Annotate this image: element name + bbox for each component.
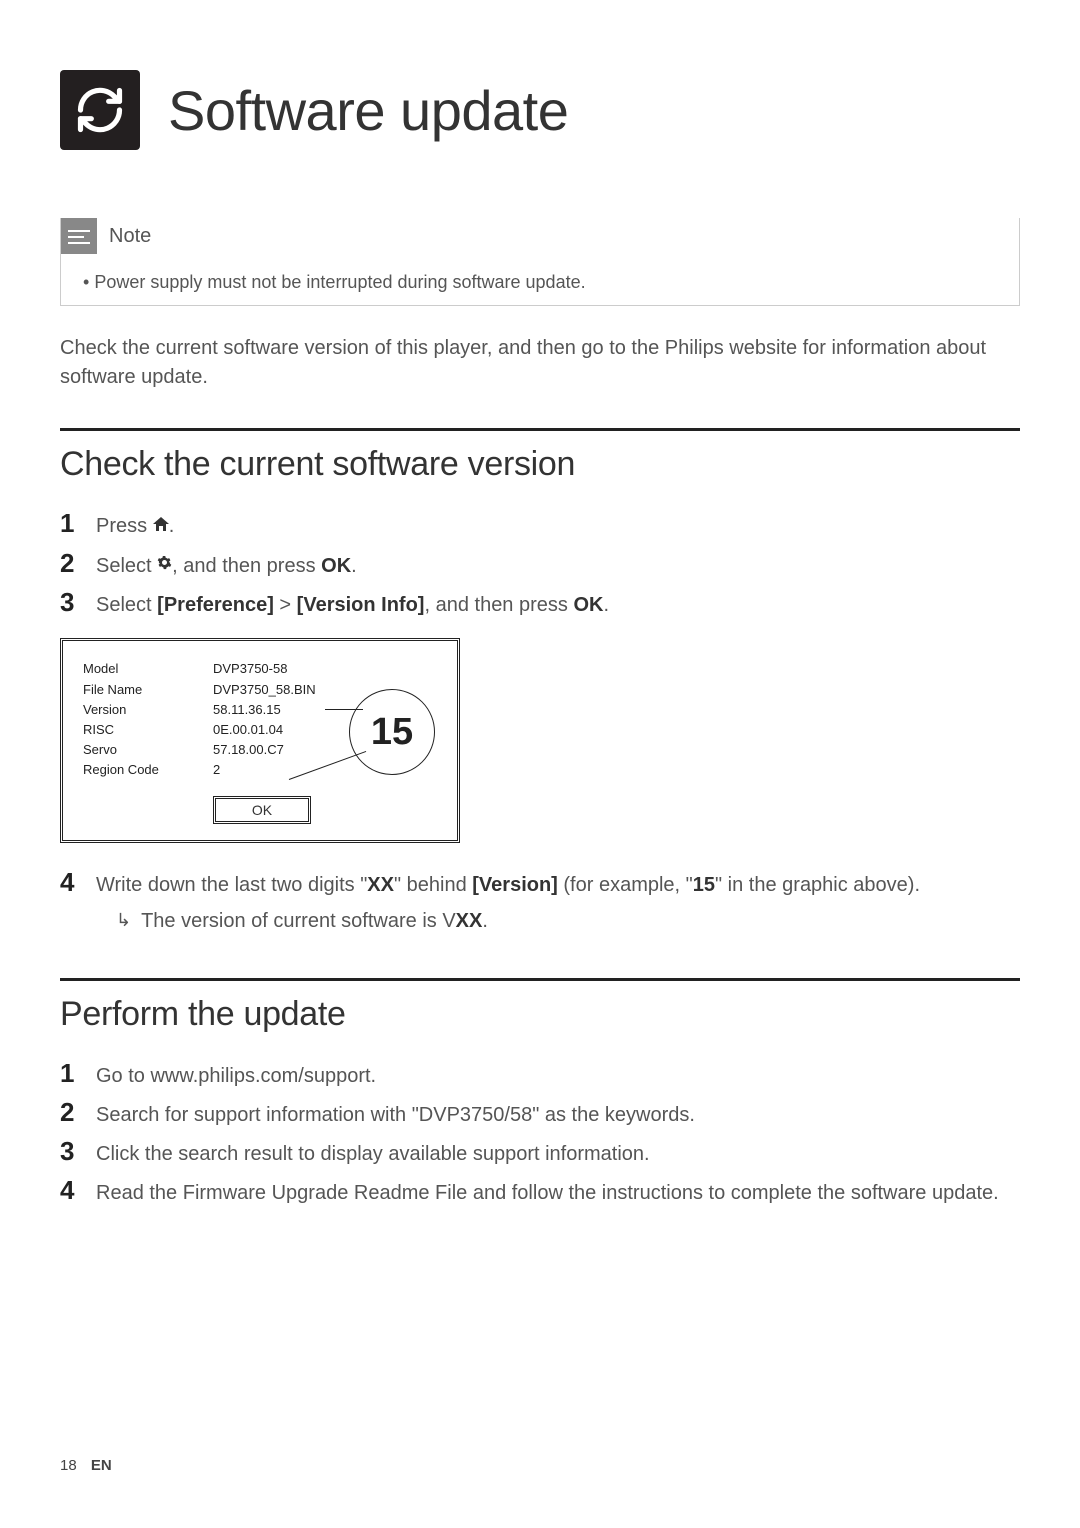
step-item: 4 Write down the last two digits "XX" be…: [60, 867, 1020, 936]
vp-value: DVP3750_58.BIN: [213, 680, 316, 700]
perform-steps: 1 Go to www.philips.com/support. 2 Searc…: [60, 1058, 1020, 1208]
step-text: .: [603, 594, 609, 616]
vp-label: Servo: [83, 740, 213, 760]
vp-label: Version: [83, 700, 213, 720]
step-item: 3 Click the search result to display ava…: [60, 1136, 1020, 1169]
leader-line-icon: [325, 709, 363, 710]
page-language: EN: [91, 1457, 112, 1474]
vp-value: 0E.00.01.04: [213, 720, 283, 740]
step-number: 2: [60, 548, 78, 579]
callout-circle: 15: [349, 689, 435, 775]
menu-text: [Preference]: [157, 594, 274, 616]
chapter-title: Software update: [168, 78, 568, 143]
note-box: Note Power supply must not be interrupte…: [60, 218, 1020, 306]
substep-text: .: [482, 910, 488, 932]
step-number: 1: [60, 508, 78, 539]
step-text: XX: [367, 874, 394, 896]
ok-text: OK: [321, 555, 351, 577]
chapter-header: Software update: [60, 70, 1020, 150]
page: Software update Note Power supply must n…: [0, 0, 1080, 1528]
refresh-icon: [60, 70, 140, 150]
step-number: 2: [60, 1097, 78, 1128]
vp-value: 2: [213, 760, 220, 780]
step-text: 15: [693, 874, 715, 896]
arrow-icon: ↳: [116, 906, 131, 936]
step-text: [Version]: [472, 874, 558, 896]
step-text: Press: [96, 515, 153, 537]
step-number: 3: [60, 1136, 78, 1167]
step-item: 1 Go to www.philips.com/support.: [60, 1058, 1020, 1091]
home-icon: [153, 510, 169, 540]
substep-text: The version of current software is V: [141, 910, 456, 932]
step-text: Select: [96, 555, 157, 577]
step-number: 4: [60, 867, 78, 898]
ok-text: OK: [573, 594, 603, 616]
step-text: , and then press: [424, 594, 573, 616]
step-text: .: [351, 555, 357, 577]
step-item: 3 Select [Preference] > [Version Info], …: [60, 587, 1020, 620]
version-info-panel: ModelDVP3750-58 File NameDVP3750_58.BIN …: [60, 638, 460, 843]
check-steps: 1 Press . 2 Select , and then press OK. …: [60, 508, 1020, 620]
vp-value: DVP3750-58: [213, 659, 287, 679]
step-item: 4 Read the Firmware Upgrade Readme File …: [60, 1175, 1020, 1208]
vp-label: Model: [83, 659, 213, 679]
vp-value: 57.18.00.C7: [213, 740, 284, 760]
vp-value: 58.11.36.15: [213, 700, 281, 720]
step-text: " in the graphic above).: [715, 874, 920, 896]
step-text: , and then press: [172, 555, 321, 577]
step-text: Select: [96, 594, 157, 616]
step-text: Search for support information with "DVP…: [96, 1100, 1020, 1130]
note-item: Power supply must not be interrupted dur…: [83, 272, 997, 293]
step-text: >: [274, 594, 297, 616]
vp-label: RISC: [83, 720, 213, 740]
page-number: 18: [60, 1457, 77, 1474]
substep-text: XX: [456, 910, 483, 932]
step-text: Read the Firmware Upgrade Readme File an…: [96, 1178, 1020, 1208]
step-item: 1 Press .: [60, 508, 1020, 542]
step-text: Go to www.philips.com/support.: [96, 1061, 1020, 1091]
substep: ↳ The version of current software is VXX…: [116, 906, 1020, 936]
lead-text: Check the current software version of th…: [60, 334, 1020, 392]
check-steps-cont: 4 Write down the last two digits "XX" be…: [60, 867, 1020, 936]
menu-text: [Version Info]: [297, 594, 425, 616]
step-text: Write down the last two digits ": [96, 874, 367, 896]
step-text: Click the search result to display avail…: [96, 1139, 1020, 1169]
step-text: .: [169, 515, 175, 537]
page-footer: 18 EN: [60, 1457, 112, 1474]
step-number: 3: [60, 587, 78, 618]
step-number: 1: [60, 1058, 78, 1089]
step-item: 2 Select , and then press OK.: [60, 548, 1020, 582]
step-text: (for example, ": [558, 874, 693, 896]
gear-icon: [157, 549, 172, 579]
divider: [60, 428, 1020, 431]
divider: [60, 978, 1020, 981]
step-text: " behind: [394, 874, 472, 896]
step-item: 2 Search for support information with "D…: [60, 1097, 1020, 1130]
vp-label: Region Code: [83, 760, 213, 780]
section-title-check: Check the current software version: [60, 445, 1020, 484]
vp-label: File Name: [83, 680, 213, 700]
step-number: 4: [60, 1175, 78, 1206]
note-label: Note: [109, 225, 151, 248]
section-title-perform: Perform the update: [60, 995, 1020, 1034]
panel-ok-button: OK: [213, 796, 311, 824]
note-icon: [61, 218, 97, 254]
